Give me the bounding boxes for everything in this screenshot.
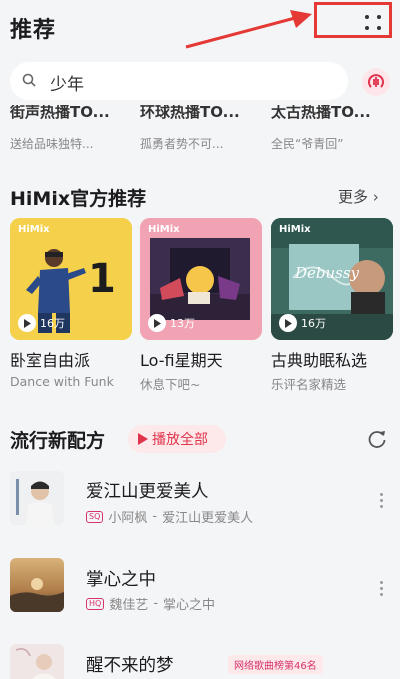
song-meta: SQ 小阿枫 - 爱江山更爱美人 <box>86 507 253 526</box>
section-title-new-pop: 流行新配方 <box>10 430 106 452</box>
cover-number: 1 <box>88 256 116 302</box>
search-query-text: 少年 <box>50 75 84 95</box>
meta-separator: - <box>152 509 158 524</box>
himix-logo: HiMix <box>18 224 50 235</box>
song-album: 爱江山更爱美人 <box>162 511 254 526</box>
refresh-icon[interactable] <box>366 428 388 450</box>
playlist-card-bedroom[interactable]: HiMix 1 16万 <box>10 218 132 340</box>
playlist-card-lofi[interactable]: HiMix 13万 <box>140 218 262 340</box>
himix-more-link[interactable]: 更多 › <box>338 186 379 207</box>
song-title[interactable]: 掌心之中 <box>86 566 156 591</box>
song-title[interactable]: 醒不来的梦 <box>86 652 174 677</box>
playlist-title-partial[interactable]: 街声热播TO... <box>10 105 130 121</box>
song-title[interactable]: 爱江山更爱美人 <box>86 478 209 503</box>
chevron-right-icon: › <box>372 188 379 206</box>
play-count-pill[interactable]: 13万 <box>146 312 201 334</box>
song-cover-image <box>10 644 64 679</box>
chart-rank-badge: 网络歌曲榜第46名 <box>228 655 323 674</box>
playlist-subtitle-partial: 孤勇者势不可... <box>140 137 224 151</box>
playlist-title[interactable]: 古典助眠私选 <box>271 347 367 371</box>
song-cover[interactable] <box>10 644 64 679</box>
meta-separator: - <box>153 596 159 611</box>
play-all-button[interactable]: 播放全部 <box>128 425 226 453</box>
song-artist: 魏佳艺 <box>109 598 149 613</box>
play-all-label: 播放全部 <box>152 432 208 448</box>
playlist-title-partial[interactable]: 环球热播TO... <box>140 105 260 121</box>
more-apps-icon[interactable] <box>358 8 388 36</box>
playlist-subtitle: 休息下吧~ <box>140 377 201 392</box>
music-recognition-icon[interactable] <box>362 68 390 96</box>
play-count: 16万 <box>40 317 65 330</box>
song-more-icon[interactable] <box>372 490 392 510</box>
quality-badge: HQ <box>86 597 105 610</box>
annotation-arrow <box>185 10 312 49</box>
himix-logo: HiMix <box>148 224 180 235</box>
playlist-subtitle: 乐评名家精选 <box>271 377 347 392</box>
song-cover[interactable] <box>10 558 64 612</box>
playlist-card-classical[interactable]: HiMix Debussy 16万 <box>271 218 393 340</box>
song-cover-image <box>10 471 64 525</box>
play-icon <box>148 314 166 332</box>
page-title: 推荐 <box>10 18 57 43</box>
play-icon <box>279 314 297 332</box>
search-icon <box>22 73 36 87</box>
cover-text: Debussy <box>295 264 360 282</box>
play-count-pill[interactable]: 16万 <box>16 312 71 334</box>
play-count: 13万 <box>170 317 195 330</box>
playlist-title-partial[interactable]: 太古热播TO... <box>271 105 391 121</box>
himix-logo: HiMix <box>279 224 311 235</box>
play-count-pill[interactable]: 16万 <box>277 312 332 334</box>
playlist-subtitle-partial: 送给品味独特... <box>10 137 94 151</box>
play-icon <box>18 314 36 332</box>
song-album: 掌心之中 <box>163 598 216 613</box>
play-icon <box>138 433 148 445</box>
playlist-title[interactable]: Lo-fi星期天 <box>140 347 223 371</box>
play-count: 16万 <box>301 317 326 330</box>
song-meta: HQ 魏佳艺 - 掌心之中 <box>86 594 215 613</box>
quality-badge: SQ <box>86 510 104 523</box>
song-more-icon[interactable] <box>372 578 392 598</box>
song-cover-image <box>10 558 64 612</box>
section-title-himix: HiMix官方推荐 <box>10 188 147 210</box>
song-cover[interactable] <box>10 471 64 525</box>
song-artist: 小阿枫 <box>108 511 148 526</box>
playlist-title[interactable]: 卧室自由派 <box>10 347 90 371</box>
playlist-subtitle: Dance with Funk <box>10 374 114 389</box>
more-label: 更多 <box>338 188 369 206</box>
playlist-subtitle-partial: 全民“爷青回” <box>271 137 344 151</box>
